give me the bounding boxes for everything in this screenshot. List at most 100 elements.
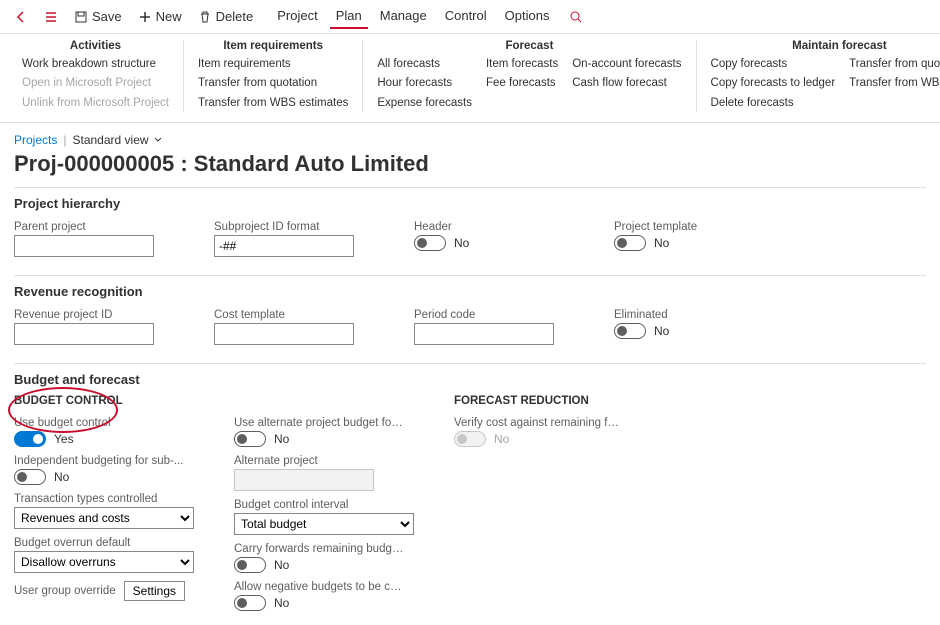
section-revenue-recognition[interactable]: Revenue recognition [14, 275, 926, 303]
project-hierarchy-fields: Parent project Subproject ID format Head… [14, 215, 926, 267]
arrow-left-icon [14, 10, 28, 24]
field-template: Project template No [614, 221, 774, 257]
carry-value: No [274, 558, 289, 572]
ribbon-link[interactable]: On-account forecasts [572, 56, 681, 73]
revenue-recognition-fields: Revenue project ID Cost template Period … [14, 303, 926, 355]
ribbon-link[interactable]: Cash flow forecast [572, 75, 681, 92]
ribbon-link[interactable]: Transfer from quotation [849, 56, 940, 73]
use-budget-value: Yes [54, 432, 74, 446]
header-toggle-value: No [454, 236, 469, 250]
txn-types-label: Transaction types controlled [14, 493, 184, 505]
settings-button[interactable]: Settings [124, 581, 185, 601]
period-code-input[interactable] [414, 323, 554, 345]
ribbon-group-activities: ActivitiesWork breakdown structureOpen i… [8, 40, 184, 112]
use-alt-toggle[interactable]: No [234, 431, 414, 447]
ribbon-link[interactable]: Transfer from WBS estimates [198, 95, 348, 112]
overrun-label: Budget overrun default [14, 537, 184, 549]
delete-button[interactable]: Delete [192, 5, 260, 28]
tab-project[interactable]: Project [271, 4, 323, 29]
field-cost-template: Cost template [214, 309, 374, 345]
ribbon-link[interactable]: Delete forecasts [711, 95, 836, 112]
tab-control[interactable]: Control [439, 4, 493, 29]
independent-value: No [54, 470, 69, 484]
field-allow-neg: Allow negative budgets to be car... No [234, 581, 414, 611]
verify-label: Verify cost against remaining for... [454, 417, 624, 429]
eliminated-toggle[interactable]: No [614, 323, 774, 339]
list-button[interactable] [38, 6, 64, 28]
toolbar-tabs: Project PlanManageControlOptions [271, 4, 555, 29]
search-button[interactable] [563, 6, 589, 28]
field-use-budget: Use budget control Yes [14, 417, 194, 447]
ribbon-group-title: Forecast [377, 40, 681, 52]
ribbon-link[interactable]: Transfer from quotation [198, 75, 348, 92]
field-eliminated: Eliminated No [614, 309, 774, 345]
field-interval: Budget control interval Total budget [234, 499, 414, 535]
parent-project-input[interactable] [14, 235, 154, 257]
breadcrumb-link[interactable]: Projects [14, 133, 57, 147]
field-carry: Carry forwards remaining budgets No [234, 543, 414, 573]
new-button[interactable]: New [132, 5, 188, 28]
breadcrumb-view[interactable]: Standard view [72, 133, 162, 147]
use-budget-label: Use budget control [14, 417, 184, 429]
template-toggle[interactable]: No [614, 235, 774, 251]
ribbon-link[interactable]: Hour forecasts [377, 75, 472, 92]
breadcrumb-view-label: Standard view [72, 133, 148, 147]
save-label: Save [92, 9, 122, 24]
tab-plan[interactable]: Plan [330, 4, 368, 29]
page-title: Proj-000000005 : Standard Auto Limited [14, 151, 926, 177]
alt-project-input [234, 469, 374, 491]
breadcrumb-separator: | [63, 133, 66, 147]
ribbon-link[interactable]: Copy forecasts to ledger [711, 75, 836, 92]
field-revenue-id: Revenue project ID [14, 309, 174, 345]
cost-template-input[interactable] [214, 323, 354, 345]
ribbon-link[interactable]: Copy forecasts [711, 56, 836, 73]
ribbon-link[interactable]: Item forecasts [486, 56, 558, 73]
verify-value: No [494, 432, 509, 446]
field-user-group: User group override Settings [14, 581, 194, 601]
use-budget-toggle[interactable]: Yes [14, 431, 194, 447]
ribbon-group-title: Maintain forecast [711, 40, 940, 52]
txn-types-select[interactable]: Revenues and costs [14, 507, 194, 529]
breadcrumb: Projects | Standard view [14, 133, 926, 147]
ribbon-link[interactable]: Expense forecasts [377, 95, 472, 112]
section-budget-forecast[interactable]: Budget and forecast [14, 363, 926, 391]
independent-toggle[interactable]: No [14, 469, 194, 485]
ribbon-link[interactable]: All forecasts [377, 56, 472, 73]
field-independent: Independent budgeting for sub-... No [14, 455, 194, 485]
budget-control-heading: BUDGET CONTROL [14, 395, 194, 407]
allow-neg-toggle[interactable]: No [234, 595, 414, 611]
field-period-code: Period code [414, 309, 574, 345]
ribbon-group-forecast: Forecast All forecasts Hour forecasts Expen… [363, 40, 696, 112]
ribbon-link: Unlink from Microsoft Project [22, 95, 169, 112]
subproject-label: Subproject ID format [214, 221, 374, 233]
section-project-hierarchy[interactable]: Project hierarchy [14, 187, 926, 215]
content: Projects | Standard view Proj-000000005 … [0, 123, 940, 625]
ribbon-link[interactable]: Fee forecasts [486, 75, 558, 92]
chevron-down-icon [153, 135, 163, 145]
overrun-select[interactable]: Disallow overruns [14, 551, 194, 573]
field-subproject-format: Subproject ID format [214, 221, 374, 257]
header-toggle[interactable]: No [414, 235, 574, 251]
forecast-reduction-column: FORECAST REDUCTION Verify cost against r… [454, 395, 634, 611]
new-label: New [156, 9, 182, 24]
save-icon [74, 10, 88, 24]
interval-select[interactable]: Total budget [234, 513, 414, 535]
budget-col2: Use alternate project budget for ... No … [234, 395, 414, 611]
ribbon-link[interactable]: Work breakdown structure [22, 56, 169, 73]
save-button[interactable]: Save [68, 5, 128, 28]
subproject-input[interactable] [214, 235, 354, 257]
tab-manage[interactable]: Manage [374, 4, 433, 29]
allow-neg-label: Allow negative budgets to be car... [234, 581, 404, 593]
back-button[interactable] [8, 6, 34, 28]
cost-template-label: Cost template [214, 309, 374, 321]
field-verify: Verify cost against remaining for... No [454, 417, 634, 447]
tab-options[interactable]: Options [499, 4, 556, 29]
carry-toggle[interactable]: No [234, 557, 414, 573]
ribbon-link[interactable]: Item requirements [198, 56, 348, 73]
eliminated-label: Eliminated [614, 309, 774, 321]
forecast-reduction-heading: FORECAST REDUCTION [454, 395, 634, 407]
ribbon-link[interactable]: Transfer from WBS [849, 75, 940, 92]
field-txn-types: Transaction types controlled Revenues an… [14, 493, 194, 529]
interval-label: Budget control interval [234, 499, 404, 511]
revenue-id-input[interactable] [14, 323, 154, 345]
